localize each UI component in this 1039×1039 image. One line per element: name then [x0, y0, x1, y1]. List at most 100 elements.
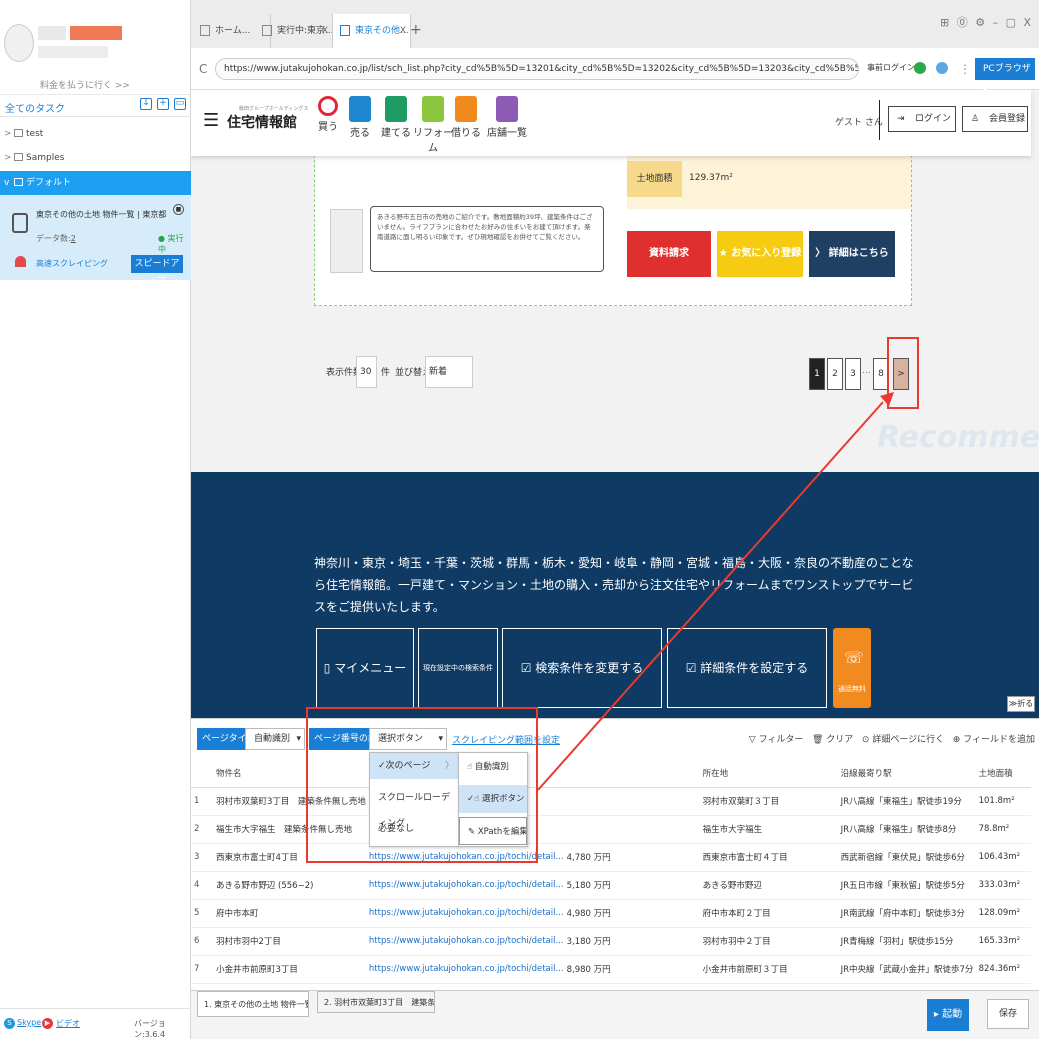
detail-button[interactable]: 〉 詳細はこちら — [809, 231, 895, 277]
table-cell[interactable] — [563, 815, 700, 844]
new-task-icon[interactable]: + — [157, 98, 169, 110]
table-row[interactable]: 2福生市大字福生 建築条件無し売地https://福生市大字福生JR八高線「東福… — [191, 815, 1031, 844]
tree-item-samples[interactable]: > Samples — [0, 146, 191, 170]
table-cell[interactable]: 西東京市富士町4丁目 — [213, 843, 366, 872]
col-header[interactable]: 土地面積 — [975, 759, 1031, 788]
fold-button[interactable]: ≫折る — [1007, 696, 1035, 712]
all-tasks-title[interactable]: 全てのタスク — [5, 100, 65, 115]
data-tab-2[interactable]: 2. 羽村市双葉町3丁目 建築条件無... — [317, 991, 435, 1013]
table-cell[interactable]: 106.43m² — [975, 843, 1031, 872]
table-cell[interactable]: 101.8m² — [975, 787, 1031, 816]
page-size-select[interactable]: 30 — [356, 356, 377, 388]
goto-icon[interactable]: ⊙ — [862, 735, 870, 745]
table-cell[interactable]: 824.36m² — [975, 955, 1031, 984]
table-cell[interactable]: 府中市本町 — [213, 899, 366, 928]
table-cell[interactable]: 5,180 万円 — [563, 871, 700, 900]
table-cell[interactable]: JR青梅線「羽村」駅徒歩15分 — [837, 927, 976, 956]
add-field-button[interactable]: フィールドを追加 — [963, 735, 1035, 745]
video-icon[interactable]: ▶ — [42, 1018, 53, 1029]
col-header[interactable] — [563, 759, 700, 788]
option-auto-detect[interactable]: ☝ 自動識別 — [459, 753, 527, 781]
table-cell[interactable]: あきる野市野辺 (556−2) — [213, 871, 366, 900]
col-header[interactable]: 所在地 — [699, 759, 838, 788]
table-cell[interactable]: https://www.jutakujohokan.co.jp/tochi/de… — [365, 955, 564, 984]
table-cell[interactable]: 小金井市前原町３丁目 — [699, 955, 838, 984]
tree-item-default[interactable]: v デフォルト — [0, 171, 191, 195]
reload-icon[interactable]: C — [199, 62, 207, 76]
next-page-button[interactable]: > — [893, 358, 909, 390]
option-scroll-loading[interactable]: スクロールローディング — [370, 785, 458, 829]
speed-up-button[interactable]: スピードアップ — [131, 255, 183, 287]
skype-icon[interactable]: S — [4, 1018, 15, 1029]
table-cell[interactable]: https://www.jutakujohokan.co.jp/tochi/de… — [365, 899, 564, 928]
table-cell[interactable]: 府中市本町２丁目 — [699, 899, 838, 928]
option-select-button[interactable]: ✓☝ 選択ボタン — [459, 785, 527, 813]
table-cell[interactable]: 333.03m² — [975, 871, 1031, 900]
skype-link[interactable]: Skype — [17, 1018, 41, 1027]
add-icon[interactable]: ⊕ — [953, 735, 961, 745]
current-conditions-box[interactable]: 現在設定中の検索条件 — [418, 628, 498, 708]
table-cell[interactable]: 128.09m² — [975, 899, 1031, 928]
save-button[interactable]: 保存 — [987, 999, 1029, 1029]
table-cell[interactable]: 羽村市羽中２丁目 — [699, 927, 838, 956]
paging-select[interactable]: 選択ボタン ▾ — [369, 728, 447, 750]
table-row[interactable]: 5 府中市本町 https://www.jutakujohokan.co.jp/to… — [191, 899, 1031, 928]
table-cell[interactable]: 羽村市羽中2丁目 — [213, 927, 366, 956]
more-icon[interactable]: ⋮ — [959, 62, 971, 76]
count-value[interactable]: 2 — [71, 234, 76, 243]
run-button[interactable]: ▸ 起動 — [927, 999, 969, 1031]
table-cell[interactable]: JR五日市線「東秋留」駅徒歩5分 — [837, 871, 976, 900]
table-cell[interactable]: 小金井市前原町3丁目 — [213, 955, 366, 984]
table-cell[interactable]: 8,980 万円 — [563, 955, 700, 984]
table-cell[interactable]: 4,780 万円 — [563, 843, 700, 872]
table-cell[interactable]: https://www.jutakujohokan.co.jp/tochi/de… — [365, 843, 564, 872]
filter-button[interactable]: フィルター — [759, 735, 804, 745]
change-conditions-box[interactable]: ☑ 検索条件を変更する — [502, 628, 662, 708]
request-docs-button[interactable]: 資料請求 — [627, 231, 711, 277]
close-icon[interactable]: X — [400, 14, 406, 48]
pc-browser-button[interactable]: PCブラウザ ▾ — [975, 58, 1035, 96]
detail-conditions-box[interactable]: ☑ 詳細条件を設定する — [667, 628, 827, 708]
page-3[interactable]: 3 — [845, 358, 861, 390]
table-cell[interactable]: 福生市大字福生 — [699, 815, 838, 844]
table-cell[interactable]: 78.8m² — [975, 815, 1031, 844]
import-icon[interactable]: ↓ — [140, 98, 152, 110]
table-cell[interactable]: 羽村市双葉町３丁目 — [699, 787, 838, 816]
option-not-needed[interactable]: 必要なし — [370, 816, 458, 842]
option-next-page[interactable]: ✓次のページ 〉 — [370, 753, 458, 779]
goto-detail-button[interactable]: 詳細ページに行く — [872, 735, 944, 745]
table-row[interactable]: 4 あきる野市野辺 (556−2) https://www.jutakujohoka… — [191, 871, 1031, 900]
table-cell[interactable]: あきる野市野辺 — [699, 871, 838, 900]
page-8[interactable]: 8 — [873, 358, 889, 390]
register-button[interactable]: ♙ 会員登録 — [962, 106, 1028, 132]
stop-icon[interactable]: ■ — [173, 204, 184, 215]
page-1[interactable]: 1 — [809, 358, 825, 390]
url-input[interactable]: https://www.jutakujohokan.co.jp/list/sch… — [215, 58, 859, 80]
tab-active[interactable]: 東京その他... X — [333, 14, 411, 48]
window-controls[interactable]: ⊞ ⓪ ⚙ – ▢ X — [940, 14, 1033, 30]
table-cell[interactable]: JR八高線「東福生」駅徒歩19分 — [837, 787, 976, 816]
my-menu-box[interactable]: ▯ マイメニュー — [316, 628, 414, 708]
table-cell[interactable]: 西武新宿線「東伏見」駅徒歩6分 — [837, 843, 976, 872]
table-cell[interactable]: JR南武線「府中本町」駅徒歩3分 — [837, 899, 976, 928]
free-call-button[interactable]: ☏ 通話無料 — [833, 628, 871, 708]
nav-rent[interactable]: 借りる — [449, 94, 483, 139]
pay-link[interactable]: 料金を払うに行く >> — [40, 78, 130, 91]
table-cell[interactable]: 3,180 万円 — [563, 927, 700, 956]
table-row[interactable]: 7 小金井市前原町3丁目 https://www.jutakujohokan.co.… — [191, 955, 1031, 984]
tree-item-test[interactable]: > test — [0, 122, 191, 146]
table-cell[interactable]: 福生市大字福生 建築条件無し売地 — [213, 815, 366, 844]
pre-login-button[interactable]: 事前ログイン — [867, 62, 915, 73]
table-cell[interactable] — [563, 787, 700, 816]
table-cell[interactable]: 4,980 万円 — [563, 899, 700, 928]
folder-icon[interactable]: ▭ — [174, 98, 186, 110]
table-cell[interactable]: 羽村市双葉町3丁目 建築条件無し売地 — [213, 787, 366, 816]
task-card[interactable]: 東京その他の土地 物件一覧 | 東京都 | 住宅情... ■ データ数:2 ● … — [0, 195, 191, 287]
scrape-range-link[interactable]: スクレイピング範囲を設定 — [452, 733, 560, 746]
page-2[interactable]: 2 — [827, 358, 843, 390]
table-row[interactable]: 3 西東京市富士町4丁目 https://www.jutakujohokan.co.… — [191, 843, 1031, 872]
col-header[interactable]: 沿線最寄り駅 — [837, 759, 976, 788]
avatar[interactable] — [4, 24, 34, 62]
favorite-button[interactable]: ★ お気に入り登録 — [717, 231, 803, 277]
table-cell[interactable]: JR中央線「武蔵小金井」駅徒歩7分 — [837, 955, 976, 984]
